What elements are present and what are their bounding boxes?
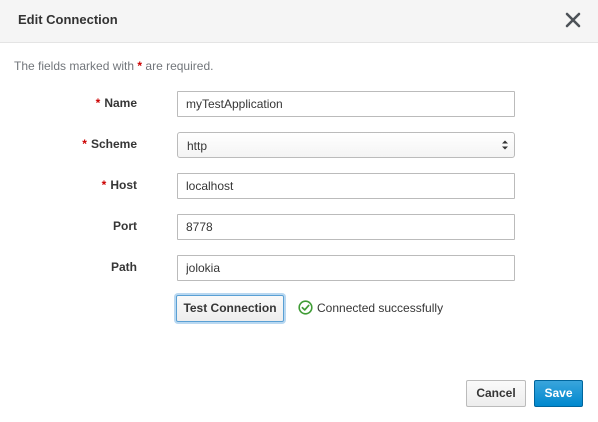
- required-fields-note: The fields marked with * are required.: [14, 59, 213, 73]
- name-label-text: Name: [104, 96, 137, 110]
- required-star: *: [82, 137, 87, 151]
- test-connection-button[interactable]: Test Connection: [176, 295, 284, 322]
- path-input[interactable]: [177, 255, 515, 281]
- scheme-label: * Scheme: [82, 137, 137, 151]
- required-note-prefix: The fields marked with: [14, 59, 135, 73]
- path-row: Path: [0, 255, 598, 281]
- name-row: * Name: [0, 91, 598, 117]
- scheme-row: * Scheme http: [0, 132, 598, 158]
- check-circle-icon: [298, 300, 313, 315]
- scheme-select-value: http: [187, 139, 208, 153]
- required-star: *: [137, 59, 143, 73]
- edit-connection-dialog: Edit Connection The fields marked with *…: [0, 0, 598, 422]
- host-label-text: Host: [110, 178, 137, 192]
- dialog-title: Edit Connection: [18, 12, 118, 27]
- required-star: *: [95, 96, 101, 110]
- required-note-suffix: are required.: [145, 59, 214, 73]
- scheme-label-text: Scheme: [90, 137, 137, 151]
- host-label: * Host: [102, 178, 137, 192]
- cancel-button[interactable]: Cancel: [466, 380, 526, 407]
- port-input[interactable]: [177, 214, 515, 240]
- connection-status-text: Connected successfully: [317, 301, 444, 315]
- host-row: * Host: [0, 173, 598, 199]
- host-input[interactable]: [177, 173, 515, 199]
- scheme-select[interactable]: http: [177, 132, 515, 158]
- close-icon: [565, 12, 581, 28]
- port-label: Port: [113, 219, 137, 233]
- save-button[interactable]: Save: [534, 380, 583, 407]
- close-button[interactable]: [562, 9, 584, 31]
- port-row: Port: [0, 214, 598, 240]
- name-input[interactable]: [177, 91, 515, 117]
- dialog-header: Edit Connection: [0, 0, 598, 43]
- required-star: *: [101, 178, 107, 192]
- path-label: Path: [110, 260, 137, 274]
- select-arrows-icon: [502, 140, 508, 150]
- name-label: * Name: [96, 96, 137, 110]
